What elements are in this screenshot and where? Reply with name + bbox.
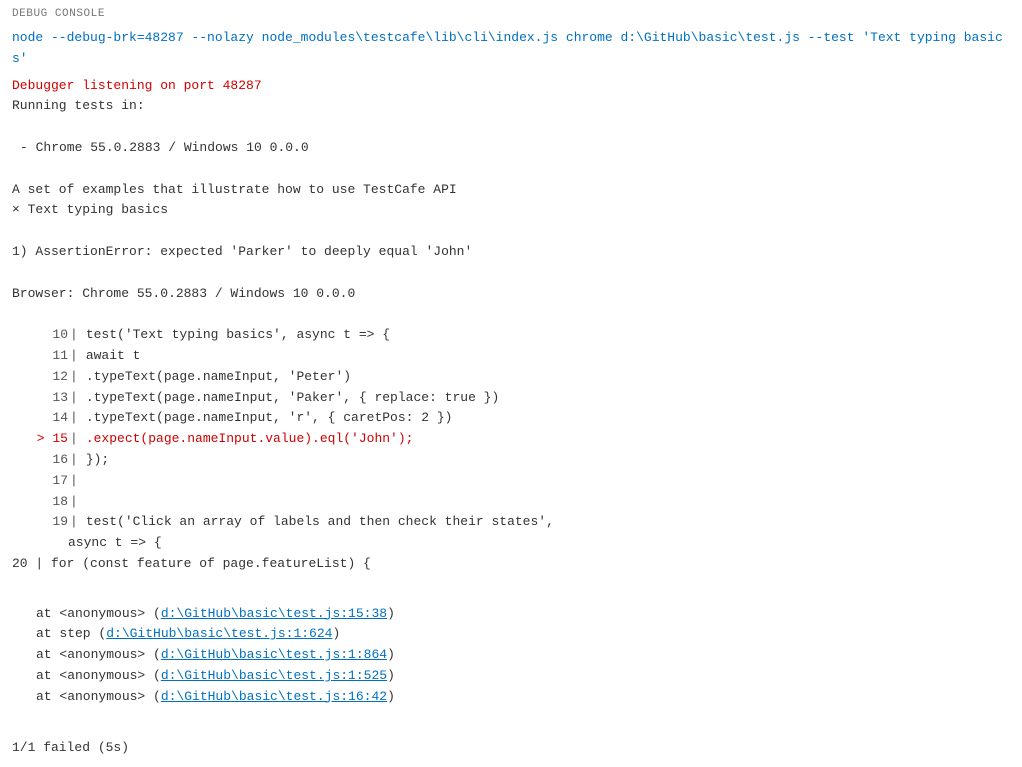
line-number: 10	[36, 325, 68, 346]
line-pipe: |	[70, 429, 78, 450]
empty-line-6	[12, 575, 1010, 596]
code-block: 10|test('Text typing basics', async t =>…	[36, 325, 1010, 533]
console-body: node --debug-brk=48287 --nolazy node_mod…	[0, 24, 1022, 720]
stack-block: at <anonymous> (d:\GitHub\basic\test.js:…	[36, 604, 1010, 708]
line-number: 16	[36, 450, 68, 471]
line-number: 19	[36, 512, 68, 533]
line-pipe: |	[70, 346, 78, 367]
line-pipe: |	[70, 367, 78, 388]
empty-line-2	[12, 159, 1010, 180]
line-number: 11	[36, 346, 68, 367]
empty-line-3	[12, 221, 1010, 242]
error-header-line: 1) AssertionError: expected 'Parker' to …	[12, 242, 1010, 263]
line-content: await t	[86, 346, 141, 367]
stack-suffix: )	[387, 689, 395, 704]
line-content: test('Text typing basics', async t => {	[86, 325, 390, 346]
browser-line: - Chrome 55.0.2883 / Windows 10 0.0.0	[20, 138, 1010, 159]
line-content: .typeText(page.nameInput, 'Peter')	[86, 367, 351, 388]
empty-line-5	[12, 304, 1010, 325]
line-content: test('Click an array of labels and then …	[86, 512, 554, 533]
browser-info-line: Browser: Chrome 55.0.2883 / Windows 10 0…	[12, 284, 1010, 305]
stack-line-0: at <anonymous> (d:\GitHub\basic\test.js:…	[36, 604, 1010, 625]
line-pipe: |	[70, 408, 78, 429]
stack-line-3: at <anonymous> (d:\GitHub\basic\test.js:…	[36, 666, 1010, 687]
line-number: 13	[36, 388, 68, 409]
command-line: node --debug-brk=48287 --nolazy node_mod…	[12, 28, 1010, 70]
line-pipe: |	[70, 471, 78, 492]
stack-prefix: at step (	[36, 626, 106, 641]
line-content: });	[86, 450, 109, 471]
console-header: DEBUG CONSOLE	[0, 0, 1022, 24]
stack-prefix: at <anonymous> (	[36, 668, 161, 683]
stack-suffix: )	[387, 647, 395, 662]
test-suite-line: A set of examples that illustrate how to…	[12, 180, 1010, 201]
stack-suffix: )	[332, 626, 340, 641]
line-number: 14	[36, 408, 68, 429]
code-line-14: 14| .typeText(page.nameInput, 'r', { car…	[36, 408, 1010, 429]
code-line-10: 10| test('Text typing basics', async t =>…	[36, 325, 1010, 346]
result-text: 1/1 failed (5s)	[12, 740, 129, 755]
stack-prefix: at <anonymous> (	[36, 647, 161, 662]
line-content: .typeText(page.nameInput, 'r', { caretPo…	[86, 408, 453, 429]
for-line: 20 | for (const feature of page.featureL…	[12, 554, 1010, 575]
running-tests-line: Running tests in:	[12, 96, 1010, 117]
line-pipe: |	[70, 325, 78, 346]
test-fail-line: × Text typing basics	[12, 200, 1010, 221]
stack-link[interactable]: d:\GitHub\basic\test.js:1:525	[161, 668, 387, 683]
stack-suffix: )	[387, 668, 395, 683]
stack-prefix: at <anonymous> (	[36, 689, 161, 704]
line-number: 12	[36, 367, 68, 388]
stack-link[interactable]: d:\GitHub\basic\test.js:15:38	[161, 606, 387, 621]
line-number: 18	[36, 492, 68, 513]
code-line-12: 12| .typeText(page.nameInput, 'Peter')	[36, 367, 1010, 388]
stack-line-4: at <anonymous> (d:\GitHub\basic\test.js:…	[36, 687, 1010, 708]
code-line-19: 19| test('Click an array of labels and th…	[36, 512, 1010, 533]
debug-console-container: DEBUG CONSOLE node --debug-brk=48287 --n…	[0, 0, 1022, 767]
empty-line-4	[12, 263, 1010, 284]
line-number: > 15	[36, 429, 68, 450]
line-number: 17	[36, 471, 68, 492]
code-line-11: 11| await t	[36, 346, 1010, 367]
line-pipe: |	[70, 388, 78, 409]
code-line-18: 18|	[36, 492, 1010, 513]
line-content: .typeText(page.nameInput, 'Paker', { rep…	[86, 388, 499, 409]
stack-link[interactable]: d:\GitHub\basic\test.js:1:864	[161, 647, 387, 662]
stack-link[interactable]: d:\GitHub\basic\test.js:1:624	[106, 626, 332, 641]
code-line-15: > 15| .expect(page.nameInput.value).eql(…	[36, 429, 1010, 450]
line-pipe: |	[70, 512, 78, 533]
stack-line-2: at <anonymous> (d:\GitHub\basic\test.js:…	[36, 645, 1010, 666]
empty-line-1	[12, 117, 1010, 138]
debugger-line: Debugger listening on port 48287	[12, 76, 1010, 97]
line-content: .expect(page.nameInput.value).eql('John'…	[86, 429, 414, 450]
code-line-16: 16|});	[36, 450, 1010, 471]
async-line: async t => {	[68, 533, 1010, 554]
line-pipe: |	[70, 492, 78, 513]
stack-link[interactable]: d:\GitHub\basic\test.js:16:42	[161, 689, 387, 704]
stack-prefix: at <anonymous> (	[36, 606, 161, 621]
line-pipe: |	[70, 450, 78, 471]
console-title: DEBUG CONSOLE	[12, 8, 105, 20]
code-line-13: 13| .typeText(page.nameInput, 'Paker', {…	[36, 388, 1010, 409]
footer-result: 1/1 failed (5s)	[0, 728, 1022, 767]
stack-line-1: at step (d:\GitHub\basic\test.js:1:624)	[36, 624, 1010, 645]
stack-suffix: )	[387, 606, 395, 621]
code-line-17: 17|	[36, 471, 1010, 492]
